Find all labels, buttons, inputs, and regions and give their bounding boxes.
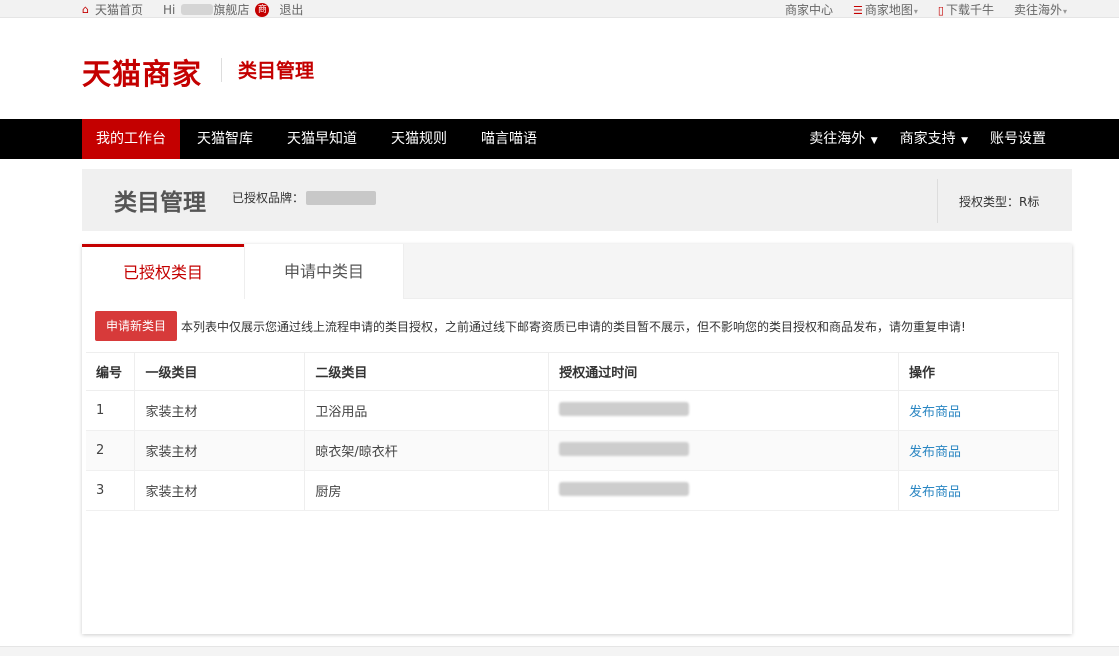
band-divider: [937, 179, 938, 223]
logo-divider: [221, 58, 222, 82]
caret-down-icon: ▼: [870, 136, 878, 146]
cell-level1: 家装主材: [134, 390, 306, 431]
footer-line: [0, 646, 1119, 656]
cell-action: 发布商品: [898, 470, 1059, 511]
merchant-center-link[interactable]: 商家中心: [785, 1, 833, 18]
notice-text: 本列表中仅展示您通过线上流程申请的类目授权，之前通过线下邮寄资质已申请的类目暂不…: [181, 319, 966, 334]
home-icon[interactable]: ⌂: [82, 3, 89, 16]
tmall-merchant-logo[interactable]: 天猫商家: [82, 51, 202, 93]
col-header-no: 编号: [86, 352, 136, 391]
approved-time-blurred: [559, 401, 690, 416]
nav-overseas-label: 卖往海外: [809, 131, 866, 147]
approved-time-blurred: [559, 441, 690, 456]
nav-overseas-menu[interactable]: 卖往海外 ▼: [798, 119, 888, 159]
caret-down-icon: ▼: [961, 136, 968, 146]
page-heading-band: 类目管理 已授权品牌： 授权类型：R标: [82, 169, 1072, 231]
col-header-action: 操作: [898, 352, 1059, 391]
cell-level1: 家装主材: [134, 430, 306, 471]
cell-action: 发布商品: [898, 430, 1059, 471]
merchant-map-label: 商家地图: [864, 3, 913, 17]
table-row: 2 家装主材 晾衣架/晾衣杆 发布商品: [86, 430, 1059, 471]
nav-support-menu[interactable]: 商家支持 ▼: [889, 119, 979, 159]
apply-new-category-button[interactable]: 申请新类目: [95, 311, 178, 341]
table-row: 1 家装主材 卫浴用品 发布商品: [86, 390, 1059, 431]
nav-account-settings[interactable]: 账号设置: [979, 119, 1057, 159]
username-blurred: [181, 4, 214, 15]
nav-item-miao-yan[interactable]: 喵言喵语: [464, 119, 554, 159]
notice-row: 申请新类目 本列表中仅展示您通过线上流程申请的类目授权，之前通过线下邮寄资质已申…: [95, 311, 966, 341]
tab-bar: 已授权类目 申请中类目: [82, 244, 1072, 299]
col-header-approved-time: 授权通过时间: [548, 352, 900, 391]
cell-action: 发布商品: [898, 390, 1059, 431]
map-icon: ☰: [852, 4, 863, 17]
greeting-prefix: Hi: [163, 2, 176, 17]
brand-label: 已授权品牌：: [232, 191, 305, 205]
top-bar: ⌂ 天猫首页 Hi 旗舰店 商 退出 商家中心 ☰ 商家地图▾ ▯ 下载千牛 卖往海…: [0, 0, 1119, 18]
nav-support-label: 商家支持: [899, 131, 956, 147]
category-panel: 已授权类目 申请中类目 申请新类目 本列表中仅展示您通过线上流程申请的类目授权，…: [82, 244, 1072, 634]
cell-level1: 家装主材: [134, 470, 306, 511]
authorized-brand: 已授权品牌：: [232, 189, 377, 206]
shop-badge-icon[interactable]: 商: [255, 2, 270, 17]
cell-level2: 晾衣架/晾衣杆: [304, 430, 550, 471]
tab-pending-categories[interactable]: 申请中类目: [244, 244, 404, 299]
greeting-suffix: 旗舰店: [213, 3, 250, 17]
tab-authorized-categories[interactable]: 已授权类目: [82, 244, 244, 299]
merchant-map-menu[interactable]: ☰ 商家地图▾: [853, 1, 918, 18]
nav-item-rules[interactable]: 天猫规则: [374, 119, 464, 159]
cell-level2: 厨房: [304, 470, 550, 511]
cell-level2: 卫浴用品: [304, 390, 550, 431]
download-qianniu-link[interactable]: ▯ 下载千牛: [938, 1, 994, 18]
category-table: 编号 一级类目 二级类目 授权通过时间 操作 1 家装主材 卫浴用品 发布商品 …: [86, 352, 1059, 511]
main-nav: 我的工作台 天猫智库 天猫早知道 天猫规则 喵言喵语 卖往海外 ▼ 商家支持 ▼…: [0, 119, 1119, 159]
brand-value-blurred: [306, 190, 377, 205]
auth-type: 授权类型：R标: [959, 195, 1040, 209]
logout-link[interactable]: 退出: [279, 1, 303, 18]
cell-no: 1: [86, 390, 136, 431]
table-header-row: 编号 一级类目 二级类目 授权通过时间 操作: [86, 352, 1059, 391]
header: 天猫商家 类目管理: [0, 18, 1119, 119]
cell-no: 3: [86, 470, 136, 511]
chevron-down-icon: ▾: [1062, 7, 1067, 16]
page-section-title: 类目管理: [238, 60, 315, 82]
table-row: 3 家装主材 厨房 发布商品: [86, 470, 1059, 511]
overseas-menu[interactable]: 卖往海外▾: [1014, 1, 1067, 18]
download-label: 下载千牛: [945, 3, 994, 17]
nav-item-early-know[interactable]: 天猫早知道: [270, 119, 374, 159]
approved-time-blurred: [559, 481, 690, 496]
chevron-down-icon: ▾: [913, 7, 918, 16]
nav-item-workbench[interactable]: 我的工作台: [82, 119, 180, 159]
col-header-level2: 二级类目: [304, 352, 550, 391]
cell-no: 2: [86, 430, 136, 471]
phone-icon: ▯: [937, 4, 944, 17]
nav-item-think-tank[interactable]: 天猫智库: [180, 119, 270, 159]
col-header-level1: 一级类目: [134, 352, 306, 391]
overseas-label: 卖往海外: [1013, 3, 1062, 17]
publish-product-link[interactable]: 发布商品: [909, 405, 961, 420]
cell-approved-time: [548, 430, 900, 471]
cell-approved-time: [548, 390, 900, 431]
home-link[interactable]: 天猫首页: [95, 1, 143, 18]
cell-approved-time: [548, 470, 900, 511]
publish-product-link[interactable]: 发布商品: [909, 485, 961, 500]
page-title: 类目管理: [114, 190, 206, 216]
publish-product-link[interactable]: 发布商品: [909, 445, 961, 460]
